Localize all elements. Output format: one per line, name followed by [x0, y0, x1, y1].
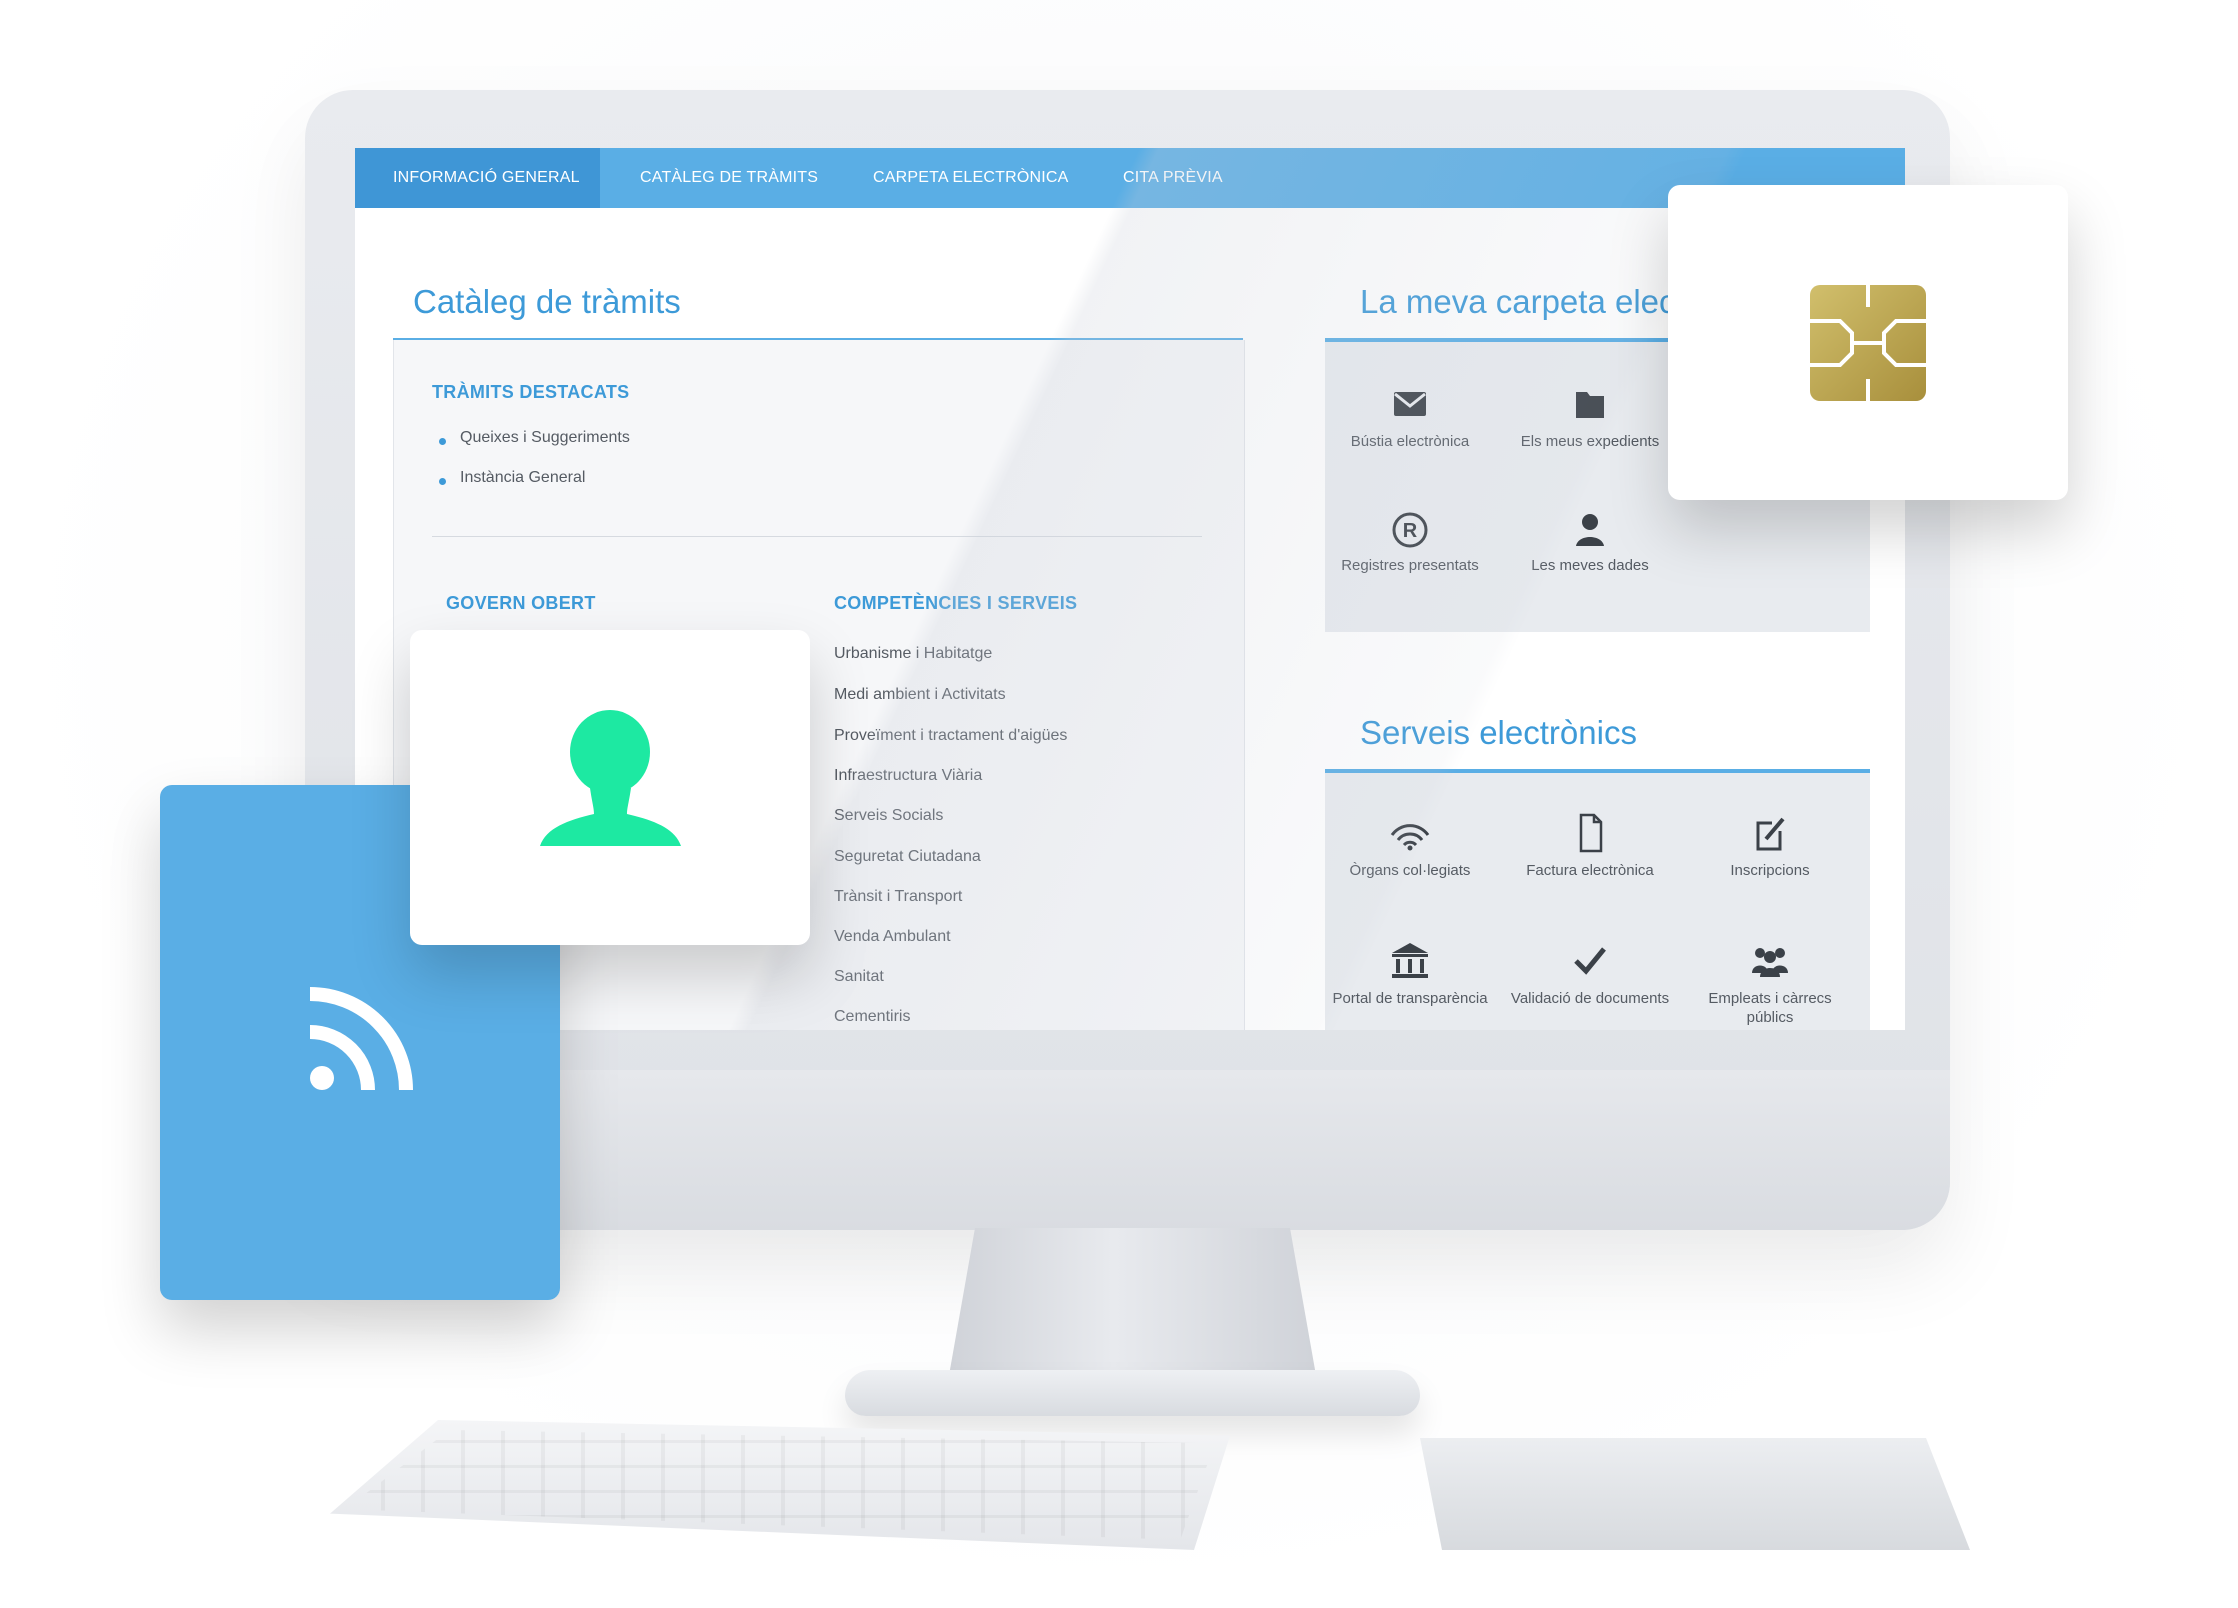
folder-icon — [1576, 392, 1604, 418]
competency-link[interactable]: Venda Ambulant — [834, 928, 951, 946]
envelope-icon — [1394, 392, 1426, 416]
catalog-title: Catàleg de tràmits — [413, 283, 681, 320]
service-tile-validacio[interactable]: Validació de documents — [1505, 989, 1675, 1008]
nav-tab-cataleg-tramits[interactable]: CATÀLEG DE TRÀMITS — [640, 148, 818, 208]
folder-tile-dades[interactable]: Les meves dades — [1505, 556, 1675, 575]
services-panel: Òrgans col·legiats Factura electrònica I… — [1325, 773, 1870, 1030]
service-tile-factura[interactable]: Factura electrònica — [1505, 861, 1675, 880]
keyboard-keys — [345, 1430, 1215, 1540]
competencies-heading: COMPETÈNCIES I SERVEIS — [834, 593, 1078, 613]
smartcard-card — [1668, 185, 2068, 500]
monitor-base — [845, 1370, 1420, 1416]
bullet-dot — [439, 438, 446, 445]
featured-heading: TRÀMITS DESTACATS — [432, 382, 630, 402]
services-title: Serveis electrònics — [1360, 714, 1637, 751]
rss-icon — [309, 987, 413, 1091]
folder-tile-registres[interactable]: Registres presentats — [1325, 556, 1495, 575]
checkmark-icon — [1574, 947, 1606, 975]
nav-tab-cita-previa[interactable]: CITA PRÈVIA — [1123, 148, 1223, 208]
featured-link-queixes[interactable]: Queixes i Suggeriments — [460, 429, 630, 447]
bullet-dot — [439, 478, 446, 485]
govern-heading: GOVERN OBERT — [446, 593, 596, 613]
service-tile-inscripcions[interactable]: Inscripcions — [1685, 861, 1855, 880]
wifi-icon — [1390, 824, 1430, 851]
trackpad — [1420, 1438, 1970, 1550]
service-tile-transparencia[interactable]: Portal de transparència — [1325, 989, 1495, 1008]
competency-link[interactable]: Sanitat — [834, 968, 884, 986]
svg-text:R: R — [1403, 520, 1418, 542]
folder-tile-bustia[interactable]: Bústia electrònica — [1325, 432, 1495, 451]
competency-link[interactable]: Medi ambient i Activitats — [834, 686, 1006, 704]
competency-link[interactable]: Urbanisme i Habitatge — [834, 645, 992, 663]
nav-tab-carpeta-electronica[interactable]: CARPETA ELECTRÒNICA — [873, 148, 1069, 208]
group-icon — [1752, 948, 1788, 977]
featured-link-instancia[interactable]: Instància General — [460, 469, 585, 487]
folder-tile-expedients[interactable]: Els meus expedients — [1505, 432, 1675, 451]
competency-link[interactable]: Infraestructura Viària — [834, 767, 982, 785]
service-tile-empleats[interactable]: Empleats i càrrecs públics — [1685, 989, 1855, 1027]
competency-link[interactable]: Serveis Socials — [834, 807, 943, 825]
folder-title: La meva carpeta elec — [1360, 283, 1676, 320]
competency-link[interactable]: Proveïment i tractament d'aigües — [834, 727, 1067, 745]
registered-icon: R — [1392, 512, 1428, 548]
competency-link[interactable]: Seguretat Ciutadana — [834, 848, 981, 866]
nav-tab-informacio-general[interactable]: INFORMACIÓ GENERAL — [355, 148, 600, 208]
service-tile-organs[interactable]: Òrgans col·legiats — [1325, 861, 1495, 880]
document-icon — [1579, 813, 1603, 853]
scene: INFORMACIÓ GENERAL CATÀLEG DE TRÀMITS CA… — [0, 0, 2238, 1608]
competency-link[interactable]: Cementiris — [834, 1008, 910, 1026]
catalog-divider — [432, 536, 1202, 537]
edit-icon — [1756, 817, 1785, 851]
avatar-card — [410, 630, 810, 945]
bank-icon — [1392, 943, 1428, 978]
avatar-icon — [540, 710, 681, 846]
smartcard-chip-icon — [1810, 285, 1926, 401]
user-icon — [1576, 514, 1604, 546]
competency-link[interactable]: Trànsit i Transport — [834, 888, 962, 906]
